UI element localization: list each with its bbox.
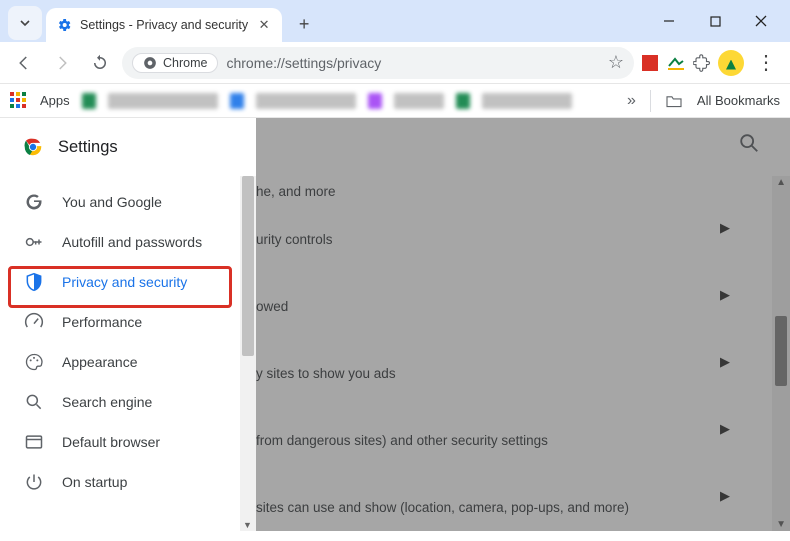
sidebar-item-search-engine[interactable]: Search engine: [0, 382, 242, 422]
bookmark-star-button[interactable]: ☆: [608, 52, 624, 73]
settings-sidebar: Settings You and Google Autofill and pas…: [0, 118, 256, 531]
back-button[interactable]: [8, 47, 40, 79]
settings-header: Settings: [0, 118, 256, 176]
key-icon: [24, 232, 44, 252]
bookmark-item[interactable]: [482, 93, 572, 109]
minimize-button[interactable]: [646, 6, 692, 36]
bookmarks-overflow-button[interactable]: »: [627, 92, 636, 110]
extension-icon-1[interactable]: [640, 53, 660, 73]
sidebar-item-performance[interactable]: Performance: [0, 302, 242, 342]
scrollbar-thumb[interactable]: [242, 176, 254, 356]
folder-icon: [665, 94, 683, 108]
speedometer-icon: [24, 312, 44, 332]
gear-icon: [56, 17, 72, 33]
sidebar-item-autofill[interactable]: Autofill and passwords: [0, 222, 242, 262]
google-g-icon: [24, 192, 44, 212]
bookmark-item[interactable]: [256, 93, 356, 109]
bookmark-item[interactable]: [394, 93, 444, 109]
settings-title: Settings: [58, 138, 118, 157]
window-close-button[interactable]: [738, 6, 784, 36]
sidebar-item-label: Default browser: [62, 434, 160, 450]
sidebar-scrollbar[interactable]: ▲ ▼: [240, 176, 256, 531]
bookmarks-bar: Apps » All Bookmarks: [0, 84, 790, 118]
sidebar-item-default-browser[interactable]: Default browser: [0, 422, 242, 462]
shield-icon: [24, 272, 44, 292]
title-bar: Settings - Privacy and security ✕ +: [0, 0, 790, 42]
sidebar-item-label: Autofill and passwords: [62, 234, 202, 250]
extensions-button[interactable]: [692, 53, 712, 73]
profile-button[interactable]: [718, 50, 744, 76]
apps-label[interactable]: Apps: [40, 93, 70, 108]
bookmark-item[interactable]: [230, 93, 244, 109]
sidebar-item-label: Search engine: [62, 394, 152, 410]
extension-icon-2[interactable]: [666, 53, 686, 73]
tab-close-button[interactable]: ✕: [256, 17, 272, 33]
chip-label: Chrome: [163, 56, 207, 70]
tab-search-button[interactable]: [8, 6, 42, 40]
bookmark-item[interactable]: [368, 93, 382, 109]
main-content: he, and more urity controls▶ owed▶ y sit…: [256, 118, 790, 531]
reload-button[interactable]: [84, 47, 116, 79]
bookmark-item[interactable]: [82, 93, 96, 109]
site-chip[interactable]: Chrome: [132, 53, 218, 73]
url-text: chrome://settings/privacy: [226, 55, 381, 71]
maximize-button[interactable]: [692, 6, 738, 36]
browser-tab[interactable]: Settings - Privacy and security ✕: [46, 8, 282, 42]
search-icon: [24, 392, 44, 412]
bookmark-item[interactable]: [108, 93, 218, 109]
new-tab-button[interactable]: +: [290, 10, 318, 38]
sidebar-item-label: Privacy and security: [62, 274, 187, 290]
browser-icon: [24, 432, 44, 452]
sidebar-item-label: You and Google: [62, 194, 162, 210]
power-icon: [24, 472, 44, 492]
apps-button[interactable]: [10, 92, 28, 110]
chrome-menu-button[interactable]: ⋮: [750, 47, 782, 79]
all-bookmarks-button[interactable]: All Bookmarks: [697, 93, 780, 108]
sidebar-item-privacy-security[interactable]: Privacy and security: [0, 262, 242, 302]
chrome-icon: [143, 56, 157, 70]
divider: [650, 90, 651, 112]
sidebar-item-label: Performance: [62, 314, 142, 330]
address-bar[interactable]: Chrome chrome://settings/privacy ☆: [122, 47, 634, 79]
sidebar-item-you-and-google[interactable]: You and Google: [0, 182, 242, 222]
chevron-down-icon: [19, 17, 31, 29]
forward-button[interactable]: [46, 47, 78, 79]
sidebar-item-appearance[interactable]: Appearance: [0, 342, 242, 382]
dim-overlay: [256, 118, 790, 531]
sidebar-item-label: On startup: [62, 474, 127, 490]
chrome-logo-icon: [22, 136, 44, 158]
bookmark-item[interactable]: [456, 93, 470, 109]
sidebar-item-label: Appearance: [62, 354, 138, 370]
tab-title: Settings - Privacy and security: [80, 18, 248, 32]
toolbar: Chrome chrome://settings/privacy ☆ ⋮: [0, 42, 790, 84]
sidebar-item-on-startup[interactable]: On startup: [0, 462, 242, 502]
palette-icon: [24, 352, 44, 372]
